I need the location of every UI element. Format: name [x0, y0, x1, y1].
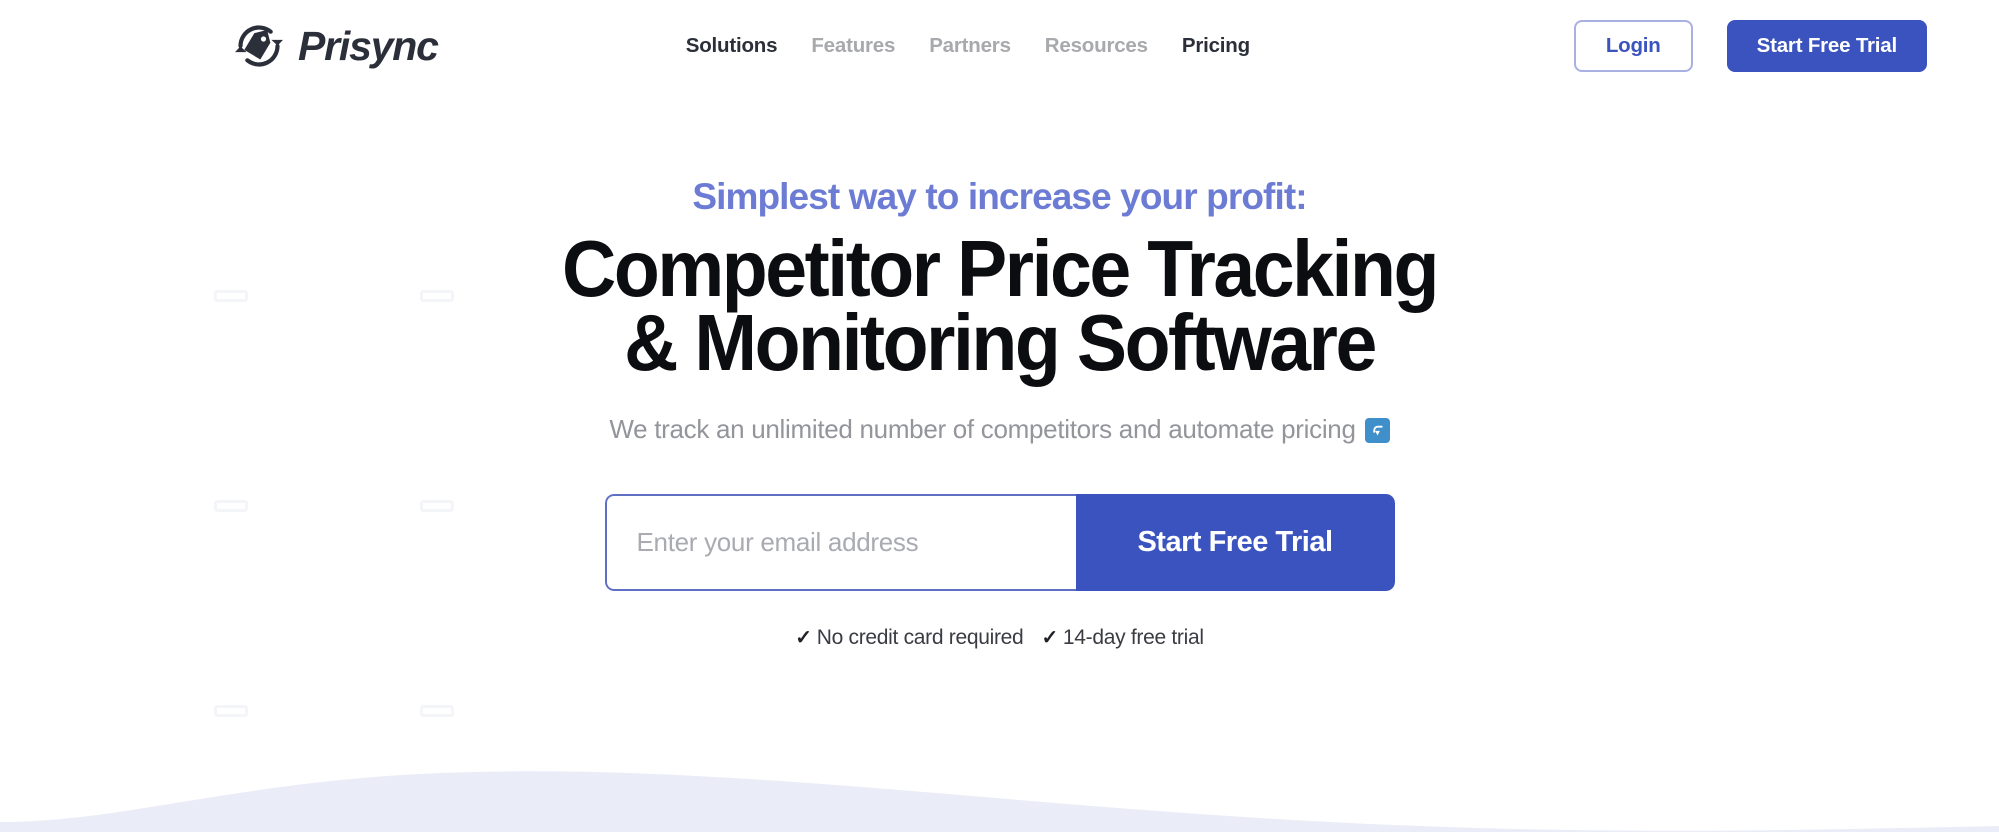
nav-item-pricing[interactable]: Pricing [1182, 34, 1250, 58]
note-no-credit-card: ✓ No credit card required [795, 625, 1023, 650]
page-title: Competitor Price Tracking & Monitoring S… [60, 223, 1939, 388]
trial-signup-form: Start Free Trial [604, 494, 1395, 592]
nav-item-solutions[interactable]: Solutions [686, 34, 778, 58]
bottom-wave-decoration [0, 712, 1999, 832]
ghost-card [214, 705, 248, 717]
brand-name: Prisync [298, 22, 439, 69]
login-button[interactable]: Login [1573, 20, 1693, 72]
hero-eyebrow: Simplest way to increase your profit: [692, 176, 1307, 217]
site-header: Prisync Solutions Features Partners Reso… [0, 0, 1999, 92]
note-no-credit-card-label: No credit card required [816, 626, 1024, 650]
nav-item-features[interactable]: Features [811, 34, 895, 58]
hero-subtitle-text: We track an unlimited number of competit… [609, 414, 1356, 445]
hero-subtitle: We track an unlimited number of competit… [0, 414, 1999, 445]
arrow-heading-down-icon [1364, 418, 1390, 444]
hero-title-line-2: & Monitoring Software [624, 298, 1377, 388]
main-navigation: Solutions Features Partners Resources Pr… [686, 34, 1250, 58]
note-free-trial-days: ✓ 14-day free trial [1041, 625, 1204, 650]
nav-item-resources[interactable]: Resources [1045, 34, 1148, 58]
check-icon: ✓ [795, 627, 812, 650]
email-input[interactable] [604, 494, 1076, 592]
hero-section: Simplest way to increase your profit: Co… [0, 92, 1999, 650]
sync-price-tag-icon [232, 19, 286, 73]
header-actions: Login Start Free Trial [1573, 20, 1927, 72]
hero-title-line-1: Competitor Price Tracking [562, 223, 1439, 313]
nav-item-partners[interactable]: Partners [929, 34, 1011, 58]
hero-trial-notes: ✓ No credit card required ✓ 14-day free … [0, 625, 1999, 650]
note-free-trial-days-label: 14-day free trial [1062, 626, 1204, 650]
header-start-free-trial-button[interactable]: Start Free Trial [1726, 20, 1927, 72]
ghost-card [420, 705, 454, 717]
check-icon: ✓ [1041, 627, 1058, 650]
hero-start-free-trial-button[interactable]: Start Free Trial [1075, 494, 1395, 592]
brand-logo-link[interactable]: Prisync [232, 19, 439, 73]
